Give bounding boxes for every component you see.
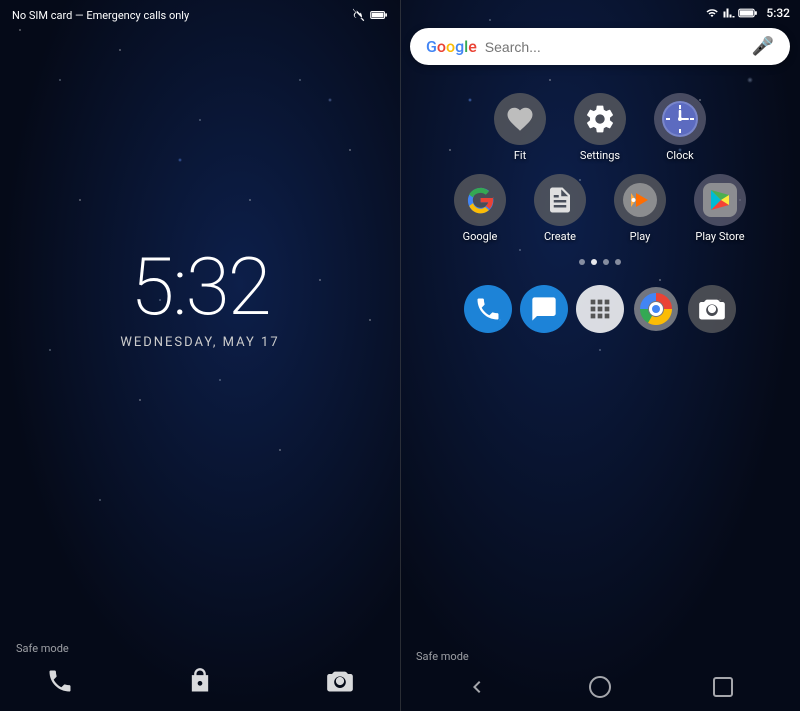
lock-screen: No SIM card — Emergency calls only 5:32 … [0,0,400,711]
google-search-input[interactable] [485,39,752,55]
google-label: Google [463,230,498,243]
mic-icon[interactable]: 🎤 [752,36,774,57]
google-search-bar[interactable]: Google 🎤 [410,28,790,65]
dock-chrome[interactable] [628,285,684,333]
create-label: Create [544,230,576,243]
lock-bottom-area: Safe mode [0,630,400,711]
settings-label: Settings [580,149,620,162]
home-status-bar: 5:32 [400,0,800,24]
fit-heart-icon [505,104,535,134]
app-play[interactable]: Play [604,174,676,243]
google-icon-wrap [454,174,506,226]
screen-divider [400,0,401,711]
app-settings[interactable]: Settings [564,93,636,162]
lock-safe-mode: Safe mode [16,642,384,655]
dock-messages[interactable] [516,285,572,333]
lock-phone-icon[interactable] [46,667,74,695]
create-icon-wrap [534,174,586,226]
app-clock[interactable]: Clock [644,93,716,162]
clock-label: Clock [666,149,693,162]
dock-phone-icon-wrap [464,285,512,333]
dock-chrome-icon [634,287,678,331]
home-safe-mode: Safe mode [416,650,784,663]
dock-camera-icon [698,295,726,323]
google-logo-text: Google [426,37,477,56]
lock-unlock-icon[interactable] [186,667,214,695]
lock-clock-area: 5:32 WEDNESDAY, MAY 17 [0,0,400,630]
dock-apps[interactable] [572,285,628,333]
dot-3 [603,259,609,265]
play-music-icon-wrap [614,174,666,226]
home-screen: 5:32 Google 🎤 Fit [400,0,800,711]
lock-date-display: WEDNESDAY, MAY 17 [120,335,279,350]
app-fit[interactable]: Fit [484,93,556,162]
settings-gear-icon [584,103,616,135]
back-button[interactable] [465,675,489,699]
settings-icon-wrap [574,93,626,145]
dock-apps-grid-icon [586,295,614,323]
home-battery-icon [738,7,758,19]
lock-nav-bar [16,667,384,695]
dock-apps-icon-wrap [576,285,624,333]
dot-1 [579,259,585,265]
dot-2 [591,259,597,265]
home-bottom-area: Safe mode [400,646,800,711]
app-create[interactable]: Create [524,174,596,243]
lock-time-display: 5:32 [130,247,269,327]
home-time-display: 5:32 [766,6,790,20]
dock-camera-icon-wrap [688,285,736,333]
lock-camera-icon[interactable] [326,667,354,695]
home-status-icons [704,7,758,19]
play-store-icon [703,183,737,217]
dot-4 [615,259,621,265]
recents-button[interactable] [711,675,735,699]
home-nav-bar [416,671,784,703]
create-doc-icon [545,185,575,215]
play-label: Play [630,230,651,243]
page-dots [579,259,621,265]
app-row-1: Fit Settings [484,93,716,162]
playstore-icon-wrap [694,174,746,226]
play-music-icon [623,183,657,217]
dock-chrome-icon-wrap [632,285,680,333]
google-g-icon [465,185,495,215]
playstore-label: Play Store [695,230,744,243]
app-row-2: Google Create [444,174,756,243]
clock-face-icon [660,99,700,139]
fit-label: Fit [514,149,526,162]
app-playstore[interactable]: Play Store [684,174,756,243]
dock-messages-icon-wrap [520,285,568,333]
dock-camera[interactable] [684,285,740,333]
app-google[interactable]: Google [444,174,516,243]
dock [444,277,756,341]
app-grid: Fit Settings [400,73,800,646]
signal-icon [723,7,735,19]
fit-icon-wrap [494,93,546,145]
dock-phone[interactable] [460,285,516,333]
home-button[interactable] [588,675,612,699]
clock-icon-wrap [654,93,706,145]
dock-messages-icon [530,295,558,323]
wifi-icon [704,7,720,19]
dock-phone-icon [474,295,502,323]
